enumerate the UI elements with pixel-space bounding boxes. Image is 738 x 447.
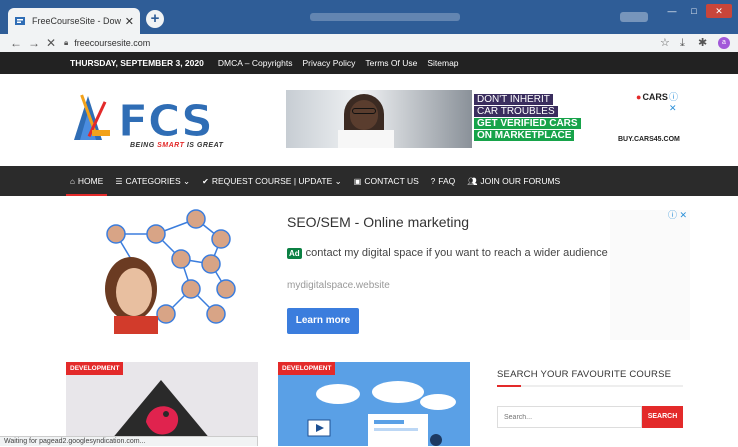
nav-categories[interactable]: ☰ CATEGORIES ⌄: [115, 166, 190, 196]
course-card[interactable]: DEVELOPMENT: [278, 362, 470, 446]
tab-close-icon[interactable]: ✕: [125, 15, 134, 28]
nav-request-course[interactable]: ✔ REQUEST COURSE | UPDATE ⌄: [202, 166, 342, 196]
topbar-link-privacy[interactable]: Privacy Policy: [302, 58, 355, 68]
adchoices-icon[interactable]: ⓘ ✕: [668, 208, 687, 221]
new-tab-button[interactable]: +: [146, 10, 164, 28]
banner-ad-line4: ON MARKETPLACE: [474, 130, 575, 141]
profile-avatar[interactable]: a: [718, 37, 730, 49]
extension-download-icon[interactable]: ⤓: [680, 34, 685, 52]
nav-contact-us[interactable]: ▣ CONTACT US: [354, 166, 419, 196]
banner-ad-brand: ● CARS: [636, 92, 668, 102]
url-text: freecoursesite.com: [74, 38, 151, 48]
current-date: THURSDAY, SEPTEMBER 3, 2020: [70, 58, 204, 68]
text-ad-url[interactable]: mydigitalspace.website: [287, 280, 390, 291]
nav-forums[interactable]: 👥︎ JOIN OUR FORUMS: [467, 166, 560, 196]
site-favicon-icon: [15, 17, 25, 25]
topbar-link-sitemap[interactable]: Sitemap: [427, 58, 458, 68]
site-logo[interactable]: FCS BEING SMART IS GREAT: [70, 90, 230, 156]
home-icon: ⌂: [70, 176, 75, 186]
topbar-link-terms[interactable]: Terms Of Use: [365, 58, 417, 68]
topbar-link-dmca[interactable]: DMCA – Copyrights: [218, 58, 293, 68]
banner-ad[interactable]: DON'T INHERIT CAR TROUBLES GET VERIFIED …: [286, 90, 686, 148]
social-network-ad-image: [105, 209, 236, 334]
logo-tagline: BEING SMART IS GREAT: [130, 142, 224, 149]
ad-side-blur: [610, 210, 690, 340]
banner-ad-line1: DON'T INHERIT: [474, 94, 553, 105]
category-badge[interactable]: DEVELOPMENT: [66, 362, 124, 375]
close-window-icon[interactable]: ✕: [706, 4, 732, 18]
banner-ad-line2: CAR TROUBLES: [474, 106, 558, 117]
banner-ad-photo: [286, 90, 472, 148]
banner-ad-url: BUY.CARS45.COM: [618, 136, 680, 143]
window-badge-blur: [620, 12, 648, 22]
extensions-puzzle-icon[interactable]: ✱: [698, 34, 707, 52]
text-ad-body: Ad contact my digital space if you want …: [287, 247, 608, 259]
site-top-bar: THURSDAY, SEPTEMBER 3, 2020 DMCA – Copyr…: [0, 52, 738, 74]
bookmark-star-icon[interactable]: ☆: [660, 34, 670, 52]
browser-status-bar: Waiting for pagead2.googlesyndication.co…: [0, 436, 258, 446]
maximize-icon[interactable]: □: [684, 4, 704, 18]
search-button[interactable]: SEARCH: [642, 406, 683, 428]
search-widget-title: SEARCH YOUR FAVOURITE COURSE: [497, 369, 672, 380]
contact-card-icon: ▣: [353, 176, 362, 186]
category-badge[interactable]: DEVELOPMENT: [278, 362, 336, 375]
nav-faq[interactable]: ? FAQ: [431, 166, 455, 196]
forward-icon[interactable]: →: [28, 34, 40, 52]
check-circle-icon: ✔: [202, 176, 209, 186]
text-ad-title[interactable]: SEO/SEM - Online marketing: [287, 214, 469, 230]
url-omnibox[interactable]: 🔒︎ freecoursesite.com: [64, 35, 654, 51]
window-title-blur: [310, 13, 460, 21]
main-navigation: ⌂ HOME ☰ CATEGORIES ⌄ ✔ REQUEST COURSE | UP…: [0, 166, 738, 196]
search-title-accent: [497, 385, 521, 387]
ad-badge: Ad: [287, 247, 302, 259]
banner-ad-line3: GET VERIFIED CARS: [474, 118, 581, 129]
text-ad-line: contact my digital space if you want to …: [305, 247, 608, 259]
course-search-input[interactable]: [497, 406, 642, 428]
users-icon: 👥︎: [467, 176, 478, 186]
stop-loading-icon[interactable]: ✕: [46, 34, 56, 52]
minimize-icon[interactable]: —: [662, 4, 682, 18]
logo-wordmark: FCS: [118, 96, 213, 147]
learn-more-button[interactable]: Learn more: [287, 308, 359, 334]
car-icon: ●: [636, 92, 642, 102]
help-icon: ?: [430, 176, 436, 186]
lock-icon: 🔒︎: [64, 38, 69, 47]
browser-tab[interactable]: FreeCourseSite - Download Udemy Courses …: [8, 8, 140, 34]
adchoices-close-icon[interactable]: ⓘ ✕: [669, 90, 686, 114]
menu-icon: ☰: [115, 176, 123, 186]
tab-title: FreeCourseSite - Download Udemy Courses: [32, 16, 121, 26]
back-icon[interactable]: ←: [10, 34, 22, 52]
course-card[interactable]: DEVELOPMENT: [66, 362, 258, 446]
search-title-divider: [497, 385, 683, 387]
nav-home[interactable]: ⌂ HOME: [65, 166, 108, 196]
